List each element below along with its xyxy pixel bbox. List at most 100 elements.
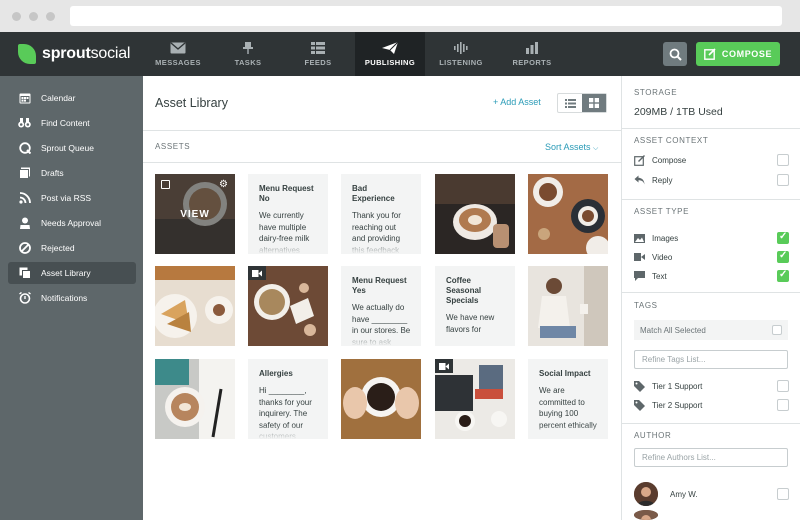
author-next bbox=[634, 510, 789, 520]
tier-2-checkbox[interactable] bbox=[777, 399, 789, 411]
text-checkbox[interactable] bbox=[777, 269, 789, 282]
sidebar-item-asset-library[interactable]: Asset Library bbox=[8, 262, 136, 284]
filter-text[interactable]: Text bbox=[634, 269, 789, 283]
refine-authors-input[interactable]: Refine Authors List... bbox=[634, 448, 788, 467]
search-button[interactable] bbox=[663, 42, 687, 66]
latte-notebook-image bbox=[155, 359, 235, 439]
alarm-icon bbox=[18, 292, 31, 305]
tag-tier-1-support[interactable]: Tier 1 Support bbox=[634, 379, 789, 393]
nav-messages[interactable]: MESSAGES bbox=[143, 32, 213, 76]
asset-tile-text[interactable]: Social Impact We are committed to buying… bbox=[528, 359, 608, 439]
filter-compose[interactable]: Compose bbox=[634, 153, 789, 167]
asset-tile-video[interactable] bbox=[248, 266, 328, 346]
calendar-icon bbox=[18, 92, 31, 105]
asset-tile-image[interactable] bbox=[341, 359, 421, 439]
reply-checkbox[interactable] bbox=[777, 174, 789, 186]
drafts-icon bbox=[18, 167, 31, 180]
asset-tile-video[interactable] bbox=[435, 359, 515, 439]
tile-select-checkbox[interactable] bbox=[161, 180, 170, 189]
list-icon bbox=[564, 98, 576, 108]
filter-images[interactable]: Images bbox=[634, 231, 789, 245]
window-minimize-dot[interactable] bbox=[29, 12, 38, 21]
asset-tile-image[interactable] bbox=[435, 174, 515, 254]
tags-heading: TAGS bbox=[634, 301, 658, 310]
tag-icon bbox=[634, 380, 645, 392]
grid-view-button[interactable] bbox=[582, 94, 606, 112]
storage-heading: STORAGE bbox=[634, 88, 678, 97]
asset-tile-text[interactable]: Menu Request No We currently have multip… bbox=[248, 174, 328, 254]
nav-tasks[interactable]: TASKS bbox=[213, 32, 283, 76]
sidebar-item-find-content[interactable]: Find Content bbox=[8, 112, 136, 134]
queue-icon bbox=[18, 142, 31, 155]
table-cups-image bbox=[528, 174, 608, 254]
asset-tile-image[interactable] bbox=[528, 174, 608, 254]
nav-feeds[interactable]: FEEDS bbox=[283, 32, 353, 76]
author-amy-w[interactable]: Amy W. bbox=[634, 482, 789, 506]
asset-tile-image[interactable] bbox=[155, 266, 235, 346]
video-icon bbox=[634, 252, 645, 263]
chevron-down-icon: ⌵ bbox=[593, 145, 599, 152]
reply-icon bbox=[634, 175, 645, 186]
approval-icon bbox=[18, 217, 31, 230]
video-icon bbox=[439, 362, 449, 370]
sandwich-image bbox=[155, 266, 235, 346]
tag-tier-2-support[interactable]: Tier 2 Support bbox=[634, 398, 789, 412]
publishing-sidebar: Calendar Find Content Sprout Queue Draft… bbox=[0, 76, 143, 520]
window-maximize-dot[interactable] bbox=[46, 12, 55, 21]
match-all-selected-toggle[interactable]: Match All Selected bbox=[634, 320, 788, 340]
nav-listening[interactable]: LISTENING bbox=[426, 32, 496, 76]
sidebar-item-sprout-queue[interactable]: Sprout Queue bbox=[8, 137, 136, 159]
gear-icon[interactable]: ⚙ bbox=[219, 179, 228, 190]
assets-divider bbox=[143, 162, 621, 163]
window-close-dot[interactable] bbox=[12, 12, 21, 21]
avatar bbox=[634, 482, 658, 506]
video-badge bbox=[435, 359, 453, 373]
sidebar-item-notifications[interactable]: Notifications bbox=[8, 287, 136, 309]
asset-context-heading: ASSET CONTEXT bbox=[634, 136, 709, 145]
binoculars-icon bbox=[18, 117, 31, 130]
asset-tile-text[interactable]: Menu Request Yes We actually do have ___… bbox=[341, 266, 421, 346]
header-divider bbox=[143, 130, 621, 131]
nav-reports[interactable]: REPORTS bbox=[497, 32, 567, 76]
sidebar-item-drafts[interactable]: Drafts bbox=[8, 162, 136, 184]
asset-tile-text[interactable]: Coffee Seasonal Specials We have new fla… bbox=[435, 266, 515, 346]
asset-tile-image[interactable]: ⚙ VIEW bbox=[155, 174, 235, 254]
sprout-social-logo[interactable]: sproutsocial bbox=[18, 44, 130, 64]
asset-tile-text[interactable]: Bad Experience Thank you for reaching ou… bbox=[341, 174, 421, 254]
list-view-button[interactable] bbox=[558, 94, 582, 112]
compose-button[interactable]: COMPOSE bbox=[696, 42, 780, 66]
view-asset-label[interactable]: VIEW bbox=[155, 209, 235, 220]
envelope-icon bbox=[170, 41, 186, 53]
author-amy-checkbox[interactable] bbox=[777, 488, 789, 500]
sidebar-item-post-via-rss[interactable]: Post via RSS bbox=[8, 187, 136, 209]
sort-assets-dropdown[interactable]: Sort Assets ⌵ bbox=[545, 142, 598, 153]
assets-section-label: ASSETS bbox=[155, 142, 191, 151]
add-asset-link[interactable]: + Add Asset bbox=[493, 97, 541, 107]
asset-type-heading: ASSET TYPE bbox=[634, 207, 690, 216]
match-all-checkbox[interactable] bbox=[772, 325, 782, 335]
view-toggle bbox=[557, 93, 607, 113]
filter-video[interactable]: Video bbox=[634, 250, 789, 264]
compose-checkbox[interactable] bbox=[777, 154, 789, 166]
sidebar-item-rejected[interactable]: Rejected bbox=[8, 237, 136, 259]
grid-icon bbox=[589, 98, 599, 108]
sidebar-item-needs-approval[interactable]: Needs Approval bbox=[8, 212, 136, 234]
hands-mug-image bbox=[341, 359, 421, 439]
nav-publishing[interactable]: PUBLISHING bbox=[355, 32, 425, 76]
video-checkbox[interactable] bbox=[777, 250, 789, 263]
asset-tile-text[interactable]: Allergies Hi ________, thanks for your i… bbox=[248, 359, 328, 439]
filter-panel: STORAGE 209MB / 1TB Used ASSET CONTEXT C… bbox=[621, 76, 800, 520]
asset-tile-image[interactable] bbox=[155, 359, 235, 439]
images-checkbox[interactable] bbox=[777, 231, 789, 244]
tier-1-checkbox[interactable] bbox=[777, 380, 789, 392]
refine-tags-input[interactable]: Refine Tags List... bbox=[634, 350, 788, 369]
asset-library-main: Asset Library + Add Asset ASSETS Sort As… bbox=[143, 76, 621, 520]
sidebar-item-calendar[interactable]: Calendar bbox=[8, 87, 136, 109]
filter-reply[interactable]: Reply bbox=[634, 173, 789, 187]
asset-tile-image[interactable] bbox=[528, 266, 608, 346]
rss-icon bbox=[18, 192, 31, 205]
feeds-icon bbox=[311, 41, 325, 54]
search-icon bbox=[669, 48, 682, 61]
top-navigation: sproutsocial MESSAGES TASKS FEEDS PUBLIS… bbox=[0, 32, 800, 76]
address-bar[interactable] bbox=[70, 6, 782, 26]
